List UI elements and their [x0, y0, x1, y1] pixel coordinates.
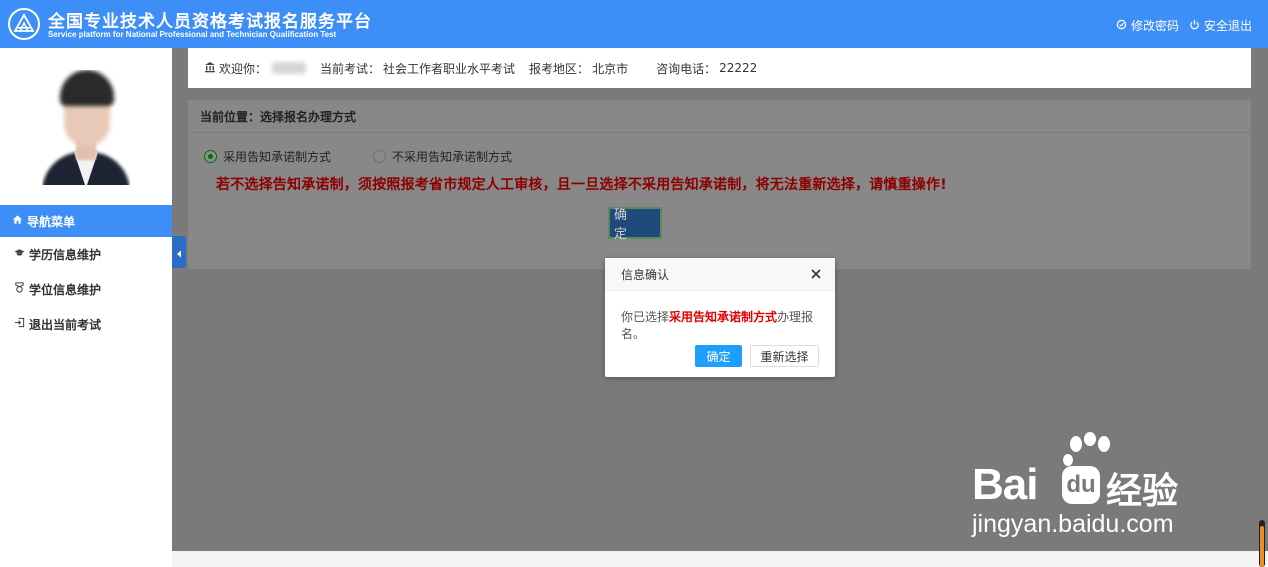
- sidebar: 导航菜单 学历信息维护 学位信息维护 退出当前考试: [0, 48, 172, 567]
- confirm-dialog: 信息确认 你已选择采用告知承诺制方式办理报名。 确定 重新选择: [605, 258, 835, 377]
- medal-icon: [14, 282, 25, 296]
- sidebar-collapse-toggle[interactable]: [172, 236, 186, 268]
- radio-label: 不采用告知承诺制方式: [392, 150, 513, 164]
- sidebar-item-label: 学历信息维护: [29, 247, 102, 262]
- sidebar-item-label: 退出当前考试: [29, 317, 102, 332]
- dialog-header: 信息确认: [605, 258, 835, 291]
- dialog-reselect-button[interactable]: 重新选择: [750, 345, 819, 367]
- graduation-cap-icon: [14, 247, 25, 261]
- dialog-message-emphasis: 采用告知承诺制方式: [669, 310, 778, 324]
- phone-label: 咨询电话：: [656, 61, 717, 76]
- dialog-title: 信息确认: [621, 267, 670, 282]
- radio-not-use-commitment[interactable]: 不采用告知承诺制方式: [373, 148, 512, 165]
- region-value: 北京市: [592, 61, 629, 76]
- warning-text: 若不选择告知承诺制，须按照报考省市规定人工审核，且一旦选择不采用告知承诺制，将无…: [216, 177, 947, 193]
- avatar: [42, 70, 130, 185]
- top-header: 全国专业技术人员资格考试报名服务平台 Service platform for …: [0, 0, 1268, 48]
- watermark-du-box: du: [1062, 466, 1100, 504]
- sidebar-item-degree[interactable]: 学位信息维护: [0, 272, 172, 306]
- footer-strip: [172, 551, 1268, 567]
- method-radio-group: 采用告知承诺制方式 不采用告知承诺制方式: [204, 148, 512, 165]
- sidebar-item-label: 学位信息维护: [29, 282, 102, 297]
- dialog-message: 你已选择采用告知承诺制方式办理报名。: [621, 308, 835, 342]
- radio-checked-icon: [204, 150, 217, 163]
- confirm-button[interactable]: 确 定: [608, 207, 662, 242]
- platform-logo-icon: [8, 8, 40, 40]
- info-bar: 欢迎你： 当前考试： 社会工作者职业水平考试 报考地区： 北京市 咨询电话： 2…: [188, 48, 1251, 88]
- close-icon[interactable]: [809, 267, 823, 281]
- dialog-message-prefix: 你已选择: [621, 310, 670, 324]
- phone-value: 22222: [719, 61, 758, 75]
- welcome-label: 欢迎你：: [219, 61, 268, 76]
- bank-icon: [204, 61, 216, 76]
- sidebar-item-education[interactable]: 学历信息维护: [0, 237, 172, 271]
- baidu-jingyan-watermark: Bai du 经验 jingyan.baidu.com: [970, 430, 1210, 540]
- watermark-url: jingyan.baidu.com: [972, 510, 1174, 538]
- selection-panel: 当前位置：选择报名办理方式 采用告知承诺制方式 不采用告知承诺制方式 若不选择告…: [188, 100, 1251, 269]
- settings-icon: [1116, 19, 1127, 33]
- exam-value: 社会工作者职业水平考试: [383, 61, 516, 76]
- radio-use-commitment[interactable]: 采用告知承诺制方式: [204, 148, 331, 165]
- radio-label: 采用告知承诺制方式: [223, 150, 332, 164]
- chevron-left-icon: [176, 243, 182, 262]
- power-icon: [1189, 19, 1200, 33]
- scroll-indicator[interactable]: [1259, 520, 1265, 567]
- watermark-jingyan: 经验: [1106, 471, 1179, 512]
- exit-icon: [14, 317, 25, 331]
- nav-menu-header[interactable]: 导航菜单: [0, 205, 172, 237]
- dialog-ok-button[interactable]: 确定: [695, 345, 742, 367]
- nav-menu-label: 导航菜单: [27, 214, 76, 229]
- exam-label: 当前考试：: [320, 61, 381, 76]
- logout-label: 安全退出: [1203, 19, 1252, 33]
- region-label: 报考地区：: [529, 61, 590, 76]
- change-password-label: 修改密码: [1130, 19, 1179, 33]
- logout-link[interactable]: 安全退出: [1189, 17, 1252, 34]
- platform-title: 全国专业技术人员资格考试报名服务平台: [48, 12, 372, 32]
- breadcrumb: 当前位置：选择报名办理方式: [188, 100, 1251, 133]
- home-icon: [12, 214, 23, 228]
- change-password-link[interactable]: 修改密码: [1116, 17, 1179, 34]
- platform-subtitle: Service platform for National Profession…: [48, 30, 337, 39]
- radio-unchecked-icon: [373, 150, 387, 163]
- user-name-blurred: [272, 62, 307, 74]
- header-links: 修改密码 安全退出: [1116, 17, 1252, 34]
- sidebar-item-exit-exam[interactable]: 退出当前考试: [0, 307, 172, 341]
- watermark-brand: Bai: [972, 460, 1038, 509]
